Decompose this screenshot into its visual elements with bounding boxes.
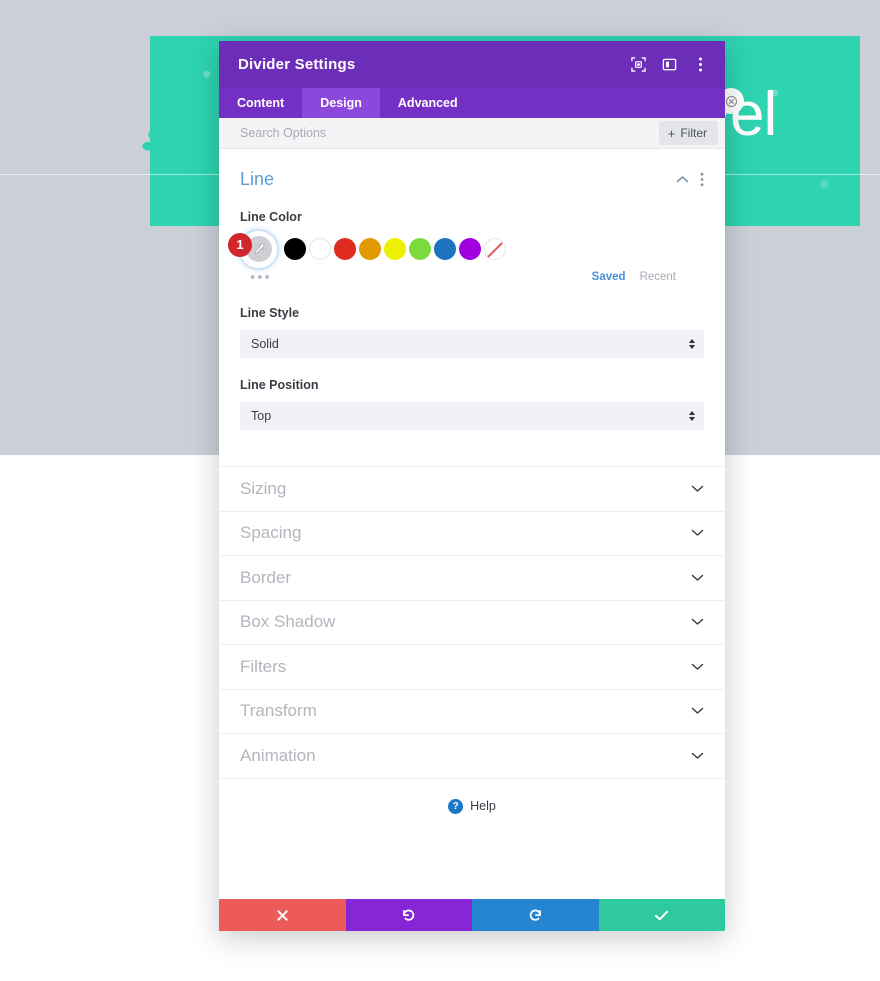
section-border-label: Border <box>240 567 292 587</box>
recent-colors-tab[interactable]: Recent <box>640 271 676 283</box>
swatch-orange[interactable] <box>359 238 381 260</box>
line-style-select-wrap: Solid <box>240 330 704 358</box>
brush-stroke-left-fray <box>140 36 210 226</box>
search-input[interactable] <box>240 126 659 140</box>
tab-advanced[interactable]: Advanced <box>380 88 476 118</box>
divider-settings-modal: Divider Settings Content Design Advanced… <box>219 41 725 931</box>
swatch-blue[interactable] <box>434 238 456 260</box>
line-position-select-wrap: Top <box>240 402 704 430</box>
modal-header-actions <box>629 56 709 74</box>
section-border[interactable]: Border <box>219 555 725 600</box>
swatch-white[interactable] <box>309 238 331 260</box>
line-color-label: Line Color <box>240 210 302 224</box>
chevron-down-icon[interactable] <box>691 702 704 720</box>
chevron-down-icon[interactable] <box>691 524 704 542</box>
plus-icon: + <box>667 125 676 141</box>
swatch-green[interactable] <box>409 238 431 260</box>
cancel-button[interactable] <box>219 899 346 931</box>
fullscreen-target-icon[interactable] <box>629 56 647 74</box>
filter-button-label: Filter <box>680 126 707 140</box>
layout-panel-icon[interactable] <box>660 56 678 74</box>
help-row: ? Help <box>219 777 725 814</box>
checkmark-icon <box>655 910 669 920</box>
section-line: Line Line Color 1 ••• Saved Recent Line … <box>219 149 725 466</box>
chevron-down-icon[interactable] <box>691 480 704 498</box>
section-line-header[interactable]: Line <box>240 169 704 190</box>
section-animation-label: Animation <box>240 745 316 765</box>
section-box-shadow-label: Box Shadow <box>240 612 336 632</box>
save-button[interactable] <box>598 899 725 931</box>
close-x-icon <box>277 909 288 921</box>
line-position-select[interactable]: Top <box>240 402 704 430</box>
tab-content[interactable]: Content <box>219 88 302 118</box>
section-line-tools <box>676 172 704 187</box>
help-link[interactable]: Help <box>470 799 496 813</box>
swatch-red[interactable] <box>334 238 356 260</box>
filter-button[interactable]: + Filter <box>658 121 718 145</box>
swatch-footer-row: ••• Saved Recent <box>240 268 704 286</box>
section-spacing[interactable]: Spacing <box>219 510 725 556</box>
section-transform-label: Transform <box>240 701 317 721</box>
chevron-down-icon[interactable] <box>691 569 704 587</box>
redo-button[interactable] <box>472 899 599 931</box>
modal-title: Divider Settings <box>238 56 356 73</box>
line-position-label: Line Position <box>240 378 319 392</box>
chevron-down-icon[interactable] <box>691 613 704 631</box>
section-sizing-label: Sizing <box>240 478 287 498</box>
tab-design[interactable]: Design <box>302 88 380 118</box>
modal-body: Line Line Color 1 ••• Saved Recent Line … <box>219 149 725 899</box>
line-style-select[interactable]: Solid <box>240 330 704 358</box>
step-badge-1: 1 <box>228 232 252 257</box>
color-picker-control[interactable]: 1 <box>228 230 277 268</box>
undo-button[interactable] <box>345 899 472 931</box>
swatch-transparent[interactable] <box>484 238 506 260</box>
more-colors-button[interactable]: ••• <box>240 269 272 286</box>
saved-recent-tabs: Saved Recent <box>592 271 704 283</box>
modal-footer <box>219 899 725 931</box>
section-filters[interactable]: Filters <box>219 644 725 689</box>
chevron-down-icon[interactable] <box>691 747 704 765</box>
undo-arrow-icon <box>403 909 415 921</box>
line-color-swatch-row: 1 <box>228 230 704 268</box>
section-filters-label: Filters <box>240 656 287 676</box>
swatch-yellow[interactable] <box>384 238 406 260</box>
swatch-black[interactable] <box>284 238 306 260</box>
line-style-label: Line Style <box>240 306 300 320</box>
search-row: + Filter <box>219 118 725 149</box>
swatch-purple[interactable] <box>459 238 481 260</box>
modal-header: Divider Settings <box>219 41 725 88</box>
section-transform[interactable]: Transform <box>219 688 725 734</box>
modal-tabs: Content Design Advanced <box>219 88 725 118</box>
chevron-up-icon[interactable] <box>676 175 689 184</box>
help-question-icon: ? <box>448 798 464 814</box>
section-spacing-label: Spacing <box>240 523 302 543</box>
section-animation[interactable]: Animation <box>219 733 725 778</box>
kebab-menu-icon[interactable] <box>691 56 709 74</box>
section-line-kebab-menu-icon[interactable] <box>700 172 704 187</box>
section-sizing[interactable]: Sizing <box>219 466 725 511</box>
section-box-shadow[interactable]: Box Shadow <box>219 599 725 645</box>
saved-colors-tab[interactable]: Saved <box>592 271 626 283</box>
chevron-down-icon[interactable] <box>691 658 704 676</box>
section-line-title: Line <box>240 169 275 189</box>
section-line-bottom-spacer <box>240 430 704 466</box>
redo-arrow-icon <box>529 909 541 921</box>
